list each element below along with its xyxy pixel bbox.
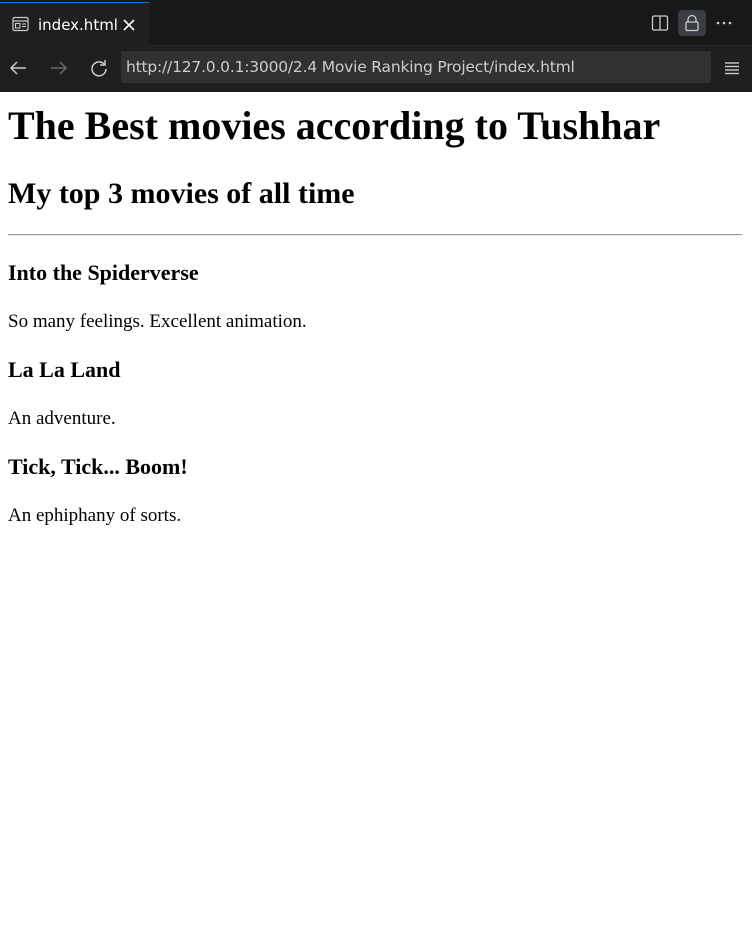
- reload-icon: [91, 60, 107, 77]
- back-button[interactable]: [6, 56, 30, 80]
- page-title: The Best movies according to Tushhar: [8, 103, 661, 148]
- preview-icon: [12, 16, 29, 32]
- tab-title: index.html: [38, 16, 118, 34]
- browser-chrome: index.html http://127.0.0.1:3000/2.4 Mov…: [0, 0, 752, 92]
- forward-button[interactable]: [47, 56, 71, 80]
- close-icon[interactable]: [121, 17, 137, 33]
- lock-button[interactable]: [678, 10, 706, 36]
- tab-index-html[interactable]: index.html: [0, 2, 149, 46]
- page-content: The Best movies according to Tushhar My …: [0, 92, 752, 944]
- movie-description: So many feelings. Excellent animation.: [8, 311, 307, 332]
- movie-title: Into the Spiderverse: [8, 260, 199, 285]
- navigation-bar: http://127.0.0.1:3000/2.4 Movie Ranking …: [0, 46, 752, 92]
- split-editor-icon: [651, 15, 669, 31]
- page-subtitle: My top 3 movies of all time: [8, 177, 355, 210]
- movie-title: Tick, Tick... Boom!: [8, 454, 188, 479]
- reload-button[interactable]: [87, 56, 111, 80]
- tab-bar: index.html: [0, 0, 752, 46]
- menu-button[interactable]: [720, 56, 744, 80]
- movie-description: An ephiphany of sorts.: [8, 505, 182, 526]
- split-editor-button[interactable]: [646, 10, 674, 36]
- divider: [8, 234, 742, 236]
- more-actions-icon: [716, 21, 732, 25]
- more-actions-button[interactable]: [710, 10, 738, 36]
- back-arrow-icon: [9, 61, 26, 75]
- movie-description: An adventure.: [8, 408, 116, 429]
- url-text: http://127.0.0.1:3000/2.4 Movie Ranking …: [126, 58, 575, 76]
- menu-icon: [725, 62, 739, 75]
- movie-title: La La Land: [8, 357, 121, 382]
- forward-arrow-icon: [51, 61, 68, 75]
- address-bar[interactable]: http://127.0.0.1:3000/2.4 Movie Ranking …: [121, 51, 711, 83]
- lock-icon: [685, 14, 699, 32]
